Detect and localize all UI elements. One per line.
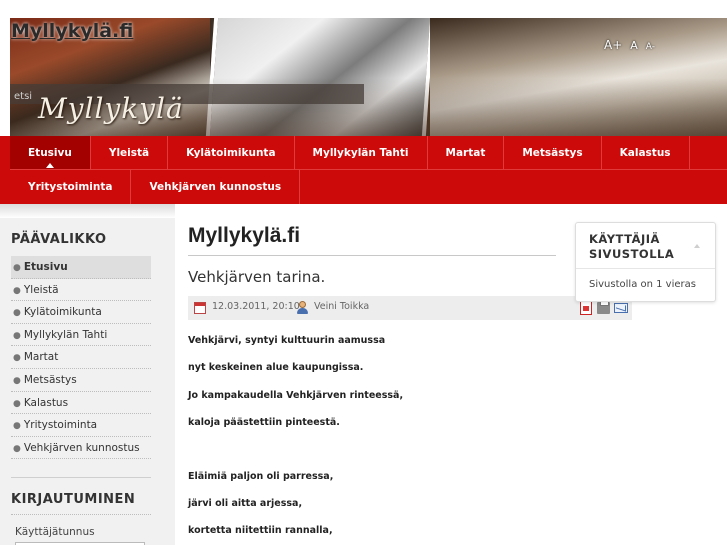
- nav-item-etusivu[interactable]: Etusivu: [10, 136, 91, 170]
- sidebar-item-label: Myllykylän Tahti: [23, 328, 108, 341]
- print-icon[interactable]: [597, 299, 610, 314]
- sidebar-item-label: Etusivu: [23, 261, 68, 273]
- nav-item-martat[interactable]: Martat: [428, 136, 505, 170]
- title-divider: [188, 255, 556, 256]
- sidebar-item-label: Kalastus: [23, 396, 69, 409]
- sidebar-item-label: Metsästys: [23, 373, 77, 386]
- nav-item-yleista[interactable]: Yleistä: [91, 136, 169, 170]
- poem-line: nyt keskeinen alue kaupungissa.: [188, 362, 364, 374]
- nav-item-kalastus[interactable]: Kalastus: [602, 136, 690, 170]
- sidebar-item-label: Yritystoiminta: [23, 419, 98, 432]
- sidebar-item-myllykylan-tahti[interactable]: ● Myllykylän Tahti: [11, 324, 151, 347]
- login-divider: [11, 477, 151, 478]
- sidebar-item-label: Yleistä: [23, 283, 59, 296]
- article-author: Veini Toikka: [314, 301, 370, 312]
- article-meta-bar: 12.03.2011, 20:10 Veini Toikka: [188, 296, 632, 320]
- users-online-module: KÄYTTÄJIÄ SIVUSTOLLA Sivustolla on 1 vie…: [575, 222, 716, 302]
- article-date: 12.03.2011, 20:10: [212, 301, 300, 312]
- poem-line: Jo kampakaudella Vehkjärven rinteessä,: [188, 389, 404, 401]
- page: Myllykylä.fi Myllykylä A+ A A- Etusivu Y…: [0, 0, 727, 545]
- users-online-title-line2: SIVUSTOLLA: [589, 247, 675, 261]
- article-body: Vehkjärvi, syntyi kulttuurin aamussa nyt…: [188, 333, 628, 545]
- bullet-icon: ●: [13, 285, 21, 296]
- users-online-title: KÄYTTÄJIÄ SIVUSTOLLA: [589, 232, 689, 262]
- users-online-divider: [576, 268, 715, 269]
- bullet-icon: ●: [13, 398, 21, 409]
- sidebar-item-vehkjarven-kunnostus[interactable]: ● Vehkjärven kunnostus: [11, 437, 151, 460]
- nav-item-myllykylan-tahti[interactable]: Myllykylän Tahti: [295, 136, 428, 170]
- email-icon[interactable]: [614, 303, 628, 313]
- bullet-icon: ●: [13, 443, 21, 454]
- bullet-icon: ●: [13, 421, 21, 432]
- username-label: Käyttäjätunnus: [15, 526, 95, 538]
- bullet-icon: ●: [13, 353, 21, 364]
- sidebar-item-kalastus[interactable]: ● Kalastus: [11, 392, 151, 415]
- poem-line: kortetta niitettiin rannalla,: [188, 525, 333, 537]
- main-menu-list: ● Etusivu ● Yleistä ● Kylätoimikunta ● Mylly…: [11, 256, 151, 460]
- page-title: Myllykylä.fi: [188, 224, 301, 247]
- sidebar-item-label: Vehkjärven kunnostus: [23, 441, 140, 454]
- users-online-text: Sivustolla on 1 vieras: [589, 279, 696, 290]
- font-sizer: A+ A A-: [604, 38, 655, 52]
- sidebar-item-label: Martat: [23, 351, 59, 364]
- users-online-title-line1: KÄYTTÄJIÄ: [589, 232, 660, 246]
- poem-line: Vehkjärvi, syntyi kulttuurin aamussa: [188, 335, 386, 346]
- poem-line: Eläimiä paljon oli parressa,: [188, 470, 334, 482]
- nav-row-1: Etusivu Yleistä Kylätoimikunta Myllykylä…: [10, 136, 690, 170]
- poem-line: järvi oli aitta arjessa,: [188, 497, 303, 509]
- sidebar-item-metsastys[interactable]: ● Metsästys: [11, 369, 151, 392]
- poem-blank-line: [188, 443, 628, 469]
- sidebar-item-kylatoimikunta[interactable]: ● Kylätoimikunta: [11, 301, 151, 324]
- bullet-icon: ●: [13, 330, 21, 341]
- pdf-icon[interactable]: [580, 301, 592, 315]
- nav-item-kylatoimikunta[interactable]: Kylätoimikunta: [168, 136, 295, 170]
- sidebar-item-yleista[interactable]: ● Yleistä: [11, 279, 151, 302]
- bullet-icon: ●: [13, 375, 21, 386]
- main-menu-title: PÄÄVALIKKO: [11, 232, 107, 247]
- nav-item-metsastys[interactable]: Metsästys: [504, 136, 602, 170]
- nav-item-yritystoiminta[interactable]: Yritystoiminta: [10, 170, 132, 204]
- font-reset-button[interactable]: A: [630, 39, 638, 52]
- site-title-link[interactable]: Myllykylä.fi: [11, 20, 133, 42]
- font-decrease-button[interactable]: A-: [646, 42, 655, 52]
- calendar-icon: [194, 302, 206, 314]
- poem-line: kaloja päästettiin pinteestä.: [188, 417, 340, 429]
- font-increase-button[interactable]: A+: [604, 38, 622, 52]
- main-navigation: Etusivu Yleistä Kylätoimikunta Myllykylä…: [0, 136, 727, 204]
- sidebar-item-etusivu[interactable]: ● Etusivu: [11, 256, 151, 279]
- bullet-icon: ●: [13, 263, 21, 273]
- login-title: KIRJAUTUMINEN: [11, 492, 136, 507]
- nav-item-vehkjarven-kunnostus[interactable]: Vehkjärven kunnostus: [131, 170, 301, 204]
- sidebar-item-label: Kylätoimikunta: [23, 306, 102, 319]
- article-title: Vehkjärven tarina.: [188, 268, 326, 286]
- banner-logo-text: Myllykylä: [38, 92, 184, 125]
- left-sidebar: PÄÄVALIKKO ● Etusivu ● Yleistä ● Kylätoimik…: [0, 204, 175, 545]
- user-icon: [296, 301, 309, 314]
- collapse-icon[interactable]: [694, 244, 700, 248]
- login-title-divider: [11, 514, 151, 515]
- sidebar-item-martat[interactable]: ● Martat: [11, 346, 151, 369]
- nav-row-2: Yritystoiminta Vehkjärven kunnostus: [10, 170, 301, 204]
- bullet-icon: ●: [13, 308, 21, 319]
- sidebar-item-yritystoiminta[interactable]: ● Yritystoiminta: [11, 414, 151, 437]
- header: Myllykylä.fi Myllykylä A+ A A-: [0, 0, 727, 136]
